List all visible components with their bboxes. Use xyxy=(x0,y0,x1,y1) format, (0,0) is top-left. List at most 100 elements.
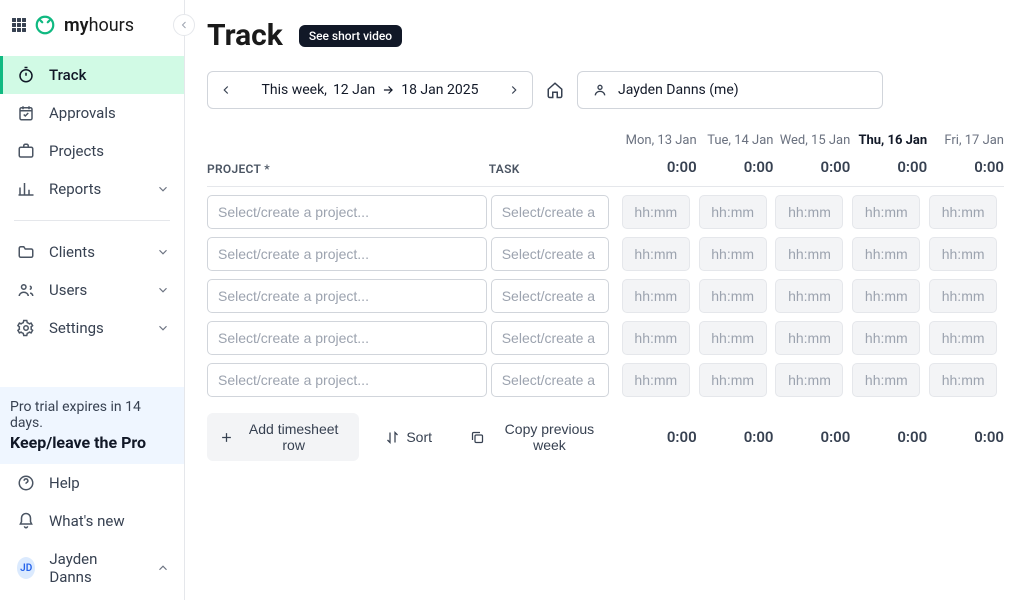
home-button[interactable] xyxy=(545,80,565,100)
see-video-badge[interactable]: See short video xyxy=(299,25,402,47)
help-icon xyxy=(17,474,35,492)
time-input[interactable] xyxy=(622,195,690,229)
sort-button[interactable]: Sort xyxy=(373,421,444,453)
time-input[interactable] xyxy=(699,279,767,313)
sidebar-item-projects[interactable]: Projects xyxy=(0,132,184,170)
chevron-up-icon xyxy=(156,561,170,575)
add-row-button[interactable]: Add timesheet row xyxy=(207,413,359,461)
col-header-task: TASK xyxy=(489,133,620,187)
sidebar-user-name: Jayden Danns xyxy=(49,550,128,586)
sidebar-nav: Track Approvals Projects Reports xyxy=(0,50,184,387)
task-input[interactable] xyxy=(491,279,609,313)
timesheet-row xyxy=(207,317,1004,359)
sidebar-item-label: Projects xyxy=(49,142,104,160)
chevron-down-icon xyxy=(156,182,170,196)
sort-label: Sort xyxy=(406,429,432,445)
time-input[interactable] xyxy=(622,321,690,355)
bell-icon xyxy=(17,512,35,530)
day-total-header: 0:00 xyxy=(850,158,927,187)
time-input[interactable] xyxy=(852,321,920,355)
time-input[interactable] xyxy=(852,237,920,271)
sidebar: myhours Track Approvals Pr xyxy=(0,0,185,600)
project-input[interactable] xyxy=(207,321,487,355)
main-content: Track See short video This week, 12 Jan … xyxy=(185,0,1012,600)
col-header-day: Mon, 13 Jan xyxy=(620,133,697,158)
sidebar-collapse-button[interactable] xyxy=(173,14,195,36)
logo-text: myhours xyxy=(64,15,134,36)
day-total-footer: 0:00 xyxy=(850,401,927,461)
sidebar-item-label: Reports xyxy=(49,180,101,198)
logo-icon xyxy=(34,14,56,36)
avatar: JD xyxy=(17,557,35,579)
plus-icon xyxy=(219,430,234,445)
calendar-check-icon xyxy=(17,104,35,122)
time-input[interactable] xyxy=(775,363,843,397)
project-input[interactable] xyxy=(207,363,487,397)
prev-week-button[interactable] xyxy=(208,72,244,108)
time-input[interactable] xyxy=(699,363,767,397)
time-input[interactable] xyxy=(929,363,997,397)
sidebar-item-help[interactable]: Help xyxy=(0,464,184,502)
sidebar-item-label: Approvals xyxy=(49,104,116,122)
time-input[interactable] xyxy=(699,321,767,355)
trial-banner[interactable]: Pro trial expires in 14 days. Keep/leave… xyxy=(0,387,184,464)
day-total-header: 0:00 xyxy=(773,158,850,187)
time-input[interactable] xyxy=(622,279,690,313)
timesheet-row xyxy=(207,187,1004,234)
project-input[interactable] xyxy=(207,237,487,271)
sidebar-item-track[interactable]: Track xyxy=(0,56,184,94)
time-input[interactable] xyxy=(929,321,997,355)
time-input[interactable] xyxy=(852,279,920,313)
time-input[interactable] xyxy=(775,195,843,229)
sidebar-item-approvals[interactable]: Approvals xyxy=(0,94,184,132)
time-input[interactable] xyxy=(699,237,767,271)
sidebar-item-users[interactable]: Users xyxy=(0,271,184,309)
sidebar-item-label: Help xyxy=(49,474,80,492)
time-input[interactable] xyxy=(622,237,690,271)
next-week-button[interactable] xyxy=(496,72,532,108)
chevron-down-icon xyxy=(156,245,170,259)
user-filter[interactable]: Jayden Danns (me) xyxy=(577,71,883,109)
col-header-day: Wed, 15 Jan xyxy=(773,133,850,158)
task-input[interactable] xyxy=(491,195,609,229)
bar-chart-icon xyxy=(17,180,35,198)
timesheet-row xyxy=(207,359,1004,401)
sidebar-item-settings[interactable]: Settings xyxy=(0,309,184,347)
time-input[interactable] xyxy=(622,363,690,397)
stopwatch-icon xyxy=(17,66,35,84)
week-picker: This week, 12 Jan 18 Jan 2025 xyxy=(207,71,533,109)
day-total-footer: 0:00 xyxy=(697,401,774,461)
project-input[interactable] xyxy=(207,195,487,229)
task-input[interactable] xyxy=(491,237,609,271)
page-title: Track xyxy=(207,18,283,53)
time-input[interactable] xyxy=(775,237,843,271)
time-input[interactable] xyxy=(775,321,843,355)
copy-prev-button[interactable]: Copy previous week xyxy=(458,413,620,461)
week-range[interactable]: This week, 12 Jan 18 Jan 2025 xyxy=(244,82,496,98)
time-input[interactable] xyxy=(929,195,997,229)
task-input[interactable] xyxy=(491,363,609,397)
time-input[interactable] xyxy=(852,363,920,397)
gear-icon xyxy=(17,319,35,337)
time-input[interactable] xyxy=(852,195,920,229)
arrow-right-icon xyxy=(381,83,395,97)
time-input[interactable] xyxy=(775,279,843,313)
timesheet-table: PROJECT * TASK Mon, 13 JanTue, 14 JanWed… xyxy=(207,133,1004,461)
app-launcher-icon[interactable] xyxy=(12,18,26,32)
day-total-footer: 0:00 xyxy=(620,401,697,461)
sidebar-item-clients[interactable]: Clients xyxy=(0,233,184,271)
time-input[interactable] xyxy=(699,195,767,229)
sidebar-item-whats-new[interactable]: What's new xyxy=(0,502,184,540)
task-input[interactable] xyxy=(491,321,609,355)
sidebar-item-label: Track xyxy=(49,66,86,84)
sidebar-item-reports[interactable]: Reports xyxy=(0,170,184,208)
time-input[interactable] xyxy=(929,279,997,313)
users-icon xyxy=(17,281,35,299)
timesheet-row xyxy=(207,233,1004,275)
sidebar-item-user[interactable]: JD Jayden Danns xyxy=(0,540,184,596)
sidebar-item-label: Clients xyxy=(49,243,95,261)
copy-label: Copy previous week xyxy=(491,421,608,453)
project-input[interactable] xyxy=(207,279,487,313)
time-input[interactable] xyxy=(929,237,997,271)
briefcase-icon xyxy=(17,142,35,160)
